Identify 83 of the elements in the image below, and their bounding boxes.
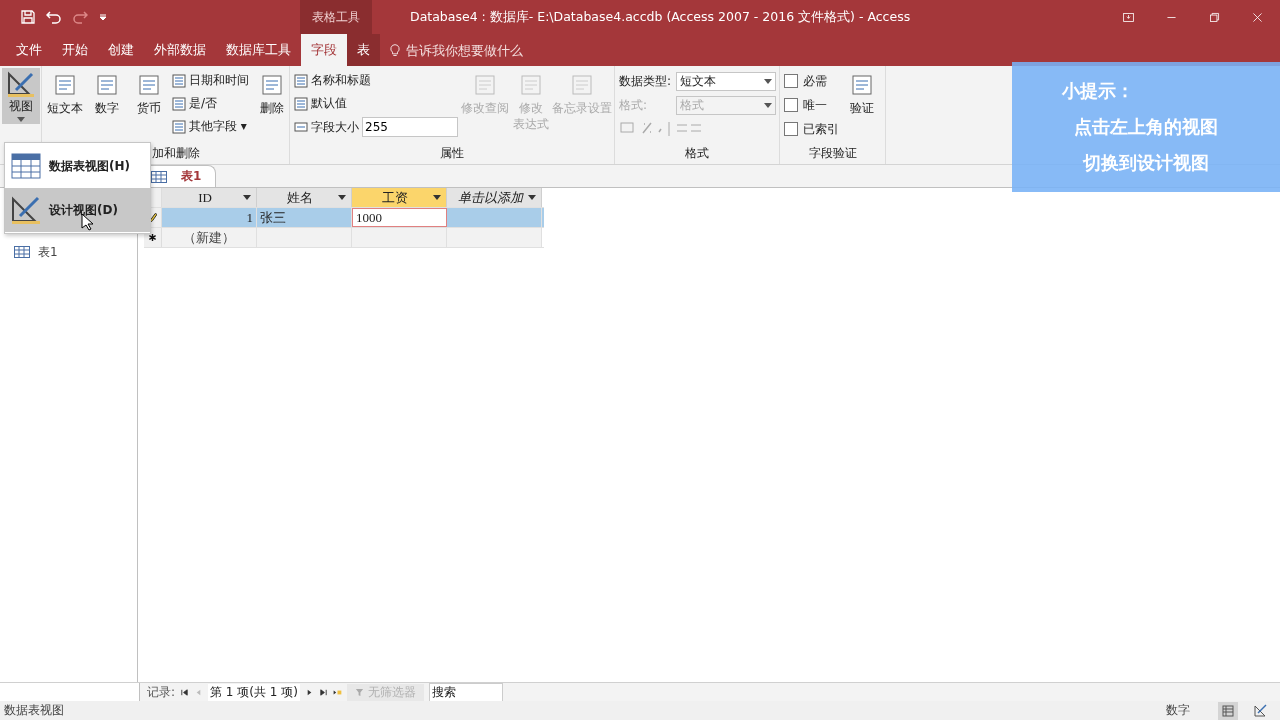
- checkbox-label: 唯一: [803, 96, 827, 114]
- field-size-label: 字段大小: [311, 118, 359, 136]
- ribbon-tab[interactable]: 开始: [52, 34, 98, 66]
- restore-icon[interactable]: [1208, 10, 1221, 24]
- ribbon-tab[interactable]: 数据库工具: [216, 34, 301, 66]
- field-size-input[interactable]: 255: [362, 117, 458, 137]
- caret-icon: [528, 195, 536, 200]
- caret-icon: [338, 195, 346, 200]
- ribbon-button[interactable]: 数字: [88, 70, 126, 118]
- ribbon-button[interactable]: 名称和标题: [294, 70, 458, 91]
- triangle-pencil-icon: [6, 70, 36, 98]
- list-icon: [294, 96, 308, 111]
- status-text: 数据表视图: [4, 702, 64, 719]
- table-cell: 1000: [352, 208, 447, 227]
- lightbulb-icon: [390, 42, 400, 58]
- checkbox[interactable]: [784, 98, 798, 112]
- group-label: 加和删除: [151, 145, 201, 162]
- close-icon[interactable]: [1251, 10, 1264, 24]
- ribbon-button[interactable]: 日期和时间: [172, 70, 249, 91]
- filter-icon: [354, 687, 364, 697]
- undo-icon[interactable]: [46, 9, 62, 25]
- checkbox-label: 必需: [803, 72, 827, 90]
- first-record-icon[interactable]: [180, 687, 190, 697]
- ribbon-button[interactable]: 是/否: [172, 93, 249, 114]
- table-cell: （新建）: [162, 228, 257, 247]
- context-group-title: 表格工具: [312, 8, 360, 26]
- search-field[interactable]: 搜索: [428, 682, 503, 702]
- triangle-pencil-icon: [9, 195, 43, 225]
- caret-icon: [764, 78, 772, 84]
- record-label: 记录:: [147, 683, 176, 701]
- table-cell: 1: [162, 208, 257, 227]
- table-icon: [14, 246, 30, 258]
- field-size-icon: [294, 120, 308, 134]
- menu-item[interactable]: 设计视图(D): [5, 188, 150, 232]
- ribbon-display-icon[interactable]: [1122, 10, 1135, 24]
- tip-text: 小提示：: [1061, 79, 1134, 103]
- status-text: 数字: [1166, 702, 1190, 719]
- group-label: 字段验证: [807, 145, 858, 162]
- column-header[interactable]: ID: [162, 188, 257, 207]
- column-header[interactable]: 工资: [352, 188, 447, 207]
- save-icon[interactable]: [20, 9, 36, 25]
- group-label: 属性: [439, 145, 465, 162]
- ribbon-tab[interactable]: 文件: [6, 34, 52, 66]
- ribbon-tab[interactable]: 字段: [301, 34, 347, 66]
- datasheet-view-icon[interactable]: [1218, 701, 1238, 720]
- checkbox-label: 已索引: [803, 120, 839, 138]
- customize-icon[interactable]: [98, 12, 108, 22]
- list-icon: [172, 73, 186, 88]
- caret-icon: [764, 102, 772, 108]
- ribbon-tab[interactable]: 外部数据: [144, 34, 216, 66]
- list-icon: [172, 96, 186, 111]
- record-position: 第 1 项(共 1 项): [208, 683, 300, 701]
- tip-text: 切换到设计视图: [1083, 151, 1209, 175]
- table-icon: [9, 151, 43, 181]
- caret-icon: [243, 195, 251, 200]
- ribbon-button[interactable]: 其他字段 ▾: [172, 116, 249, 137]
- dropdown[interactable]: 短文本: [676, 71, 776, 91]
- list-icon: [172, 119, 186, 134]
- ribbon-button[interactable]: 默认值: [294, 93, 458, 114]
- tell-me-field[interactable]: 告诉我你想要做什么: [404, 41, 568, 59]
- ribbon-button[interactable]: 货币: [130, 70, 168, 118]
- caret-icon: [17, 117, 25, 122]
- checkbox[interactable]: [784, 122, 798, 136]
- column-header[interactable]: 姓名: [257, 188, 352, 207]
- group-label: 格式: [684, 145, 710, 162]
- caret-icon: [433, 195, 441, 200]
- checkbox[interactable]: [784, 74, 798, 88]
- ribbon-button[interactable]: 删除: [253, 70, 291, 118]
- ribbon-button[interactable]: 短文本: [46, 70, 84, 118]
- format-label: 数据类型:: [619, 72, 673, 90]
- ribbon-button[interactable]: 验证: [843, 70, 881, 118]
- format-label: 格式:: [619, 96, 649, 114]
- asterisk-icon: [148, 233, 157, 242]
- tip-text: 点击左上角的视图: [1074, 115, 1218, 139]
- ribbon-button[interactable]: 视图: [2, 68, 40, 124]
- ribbon-tab[interactable]: 创建: [98, 34, 144, 66]
- navigation-item[interactable]: 表1: [0, 242, 137, 262]
- ribbon-tab[interactable]: 表: [347, 34, 380, 66]
- window-title: Database4 : 数据库- E:\Database4.accdb (Access 2007 - 2016 文件格式) - Access: [409, 7, 912, 26]
- redo-icon[interactable]: [72, 9, 88, 25]
- column-header[interactable]: 单击以添加: [447, 188, 542, 207]
- list-icon: [294, 73, 308, 88]
- last-record-icon[interactable]: [318, 687, 328, 697]
